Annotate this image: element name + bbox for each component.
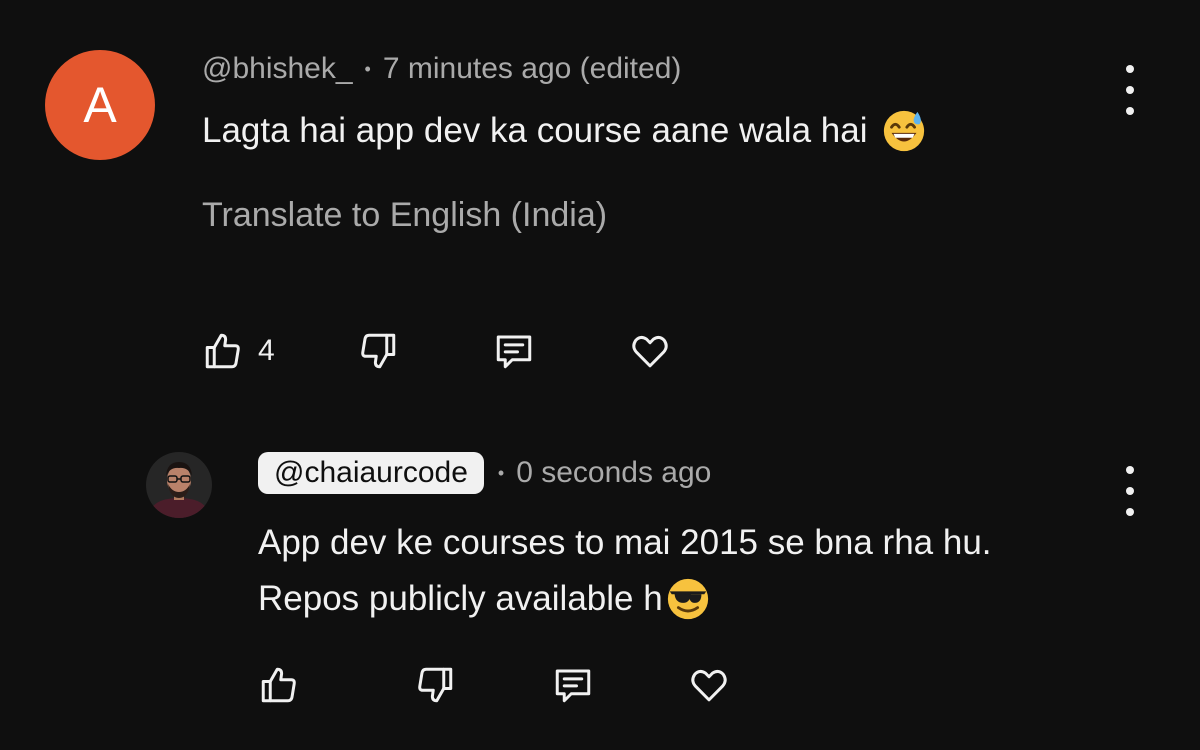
comment-text: Lagta hai app dev ka course aane wala ha… — [202, 111, 868, 150]
avatar-letter: A — [83, 77, 117, 133]
reply-body: App dev ke courses to mai 2015 se bna rh… — [258, 515, 992, 627]
grinning-sweat-emoji-icon — [884, 110, 925, 152]
reply-button[interactable] — [552, 664, 594, 706]
thumbs-up-icon — [205, 333, 240, 369]
sunglasses-emoji-icon — [667, 578, 708, 620]
reply-meta: @chaiaurcode • 0 seconds ago — [258, 452, 711, 494]
heart-button[interactable] — [688, 664, 730, 706]
comment-more-icon[interactable] — [1118, 65, 1142, 115]
translate-link[interactable]: Translate to English (India) — [202, 196, 607, 235]
reply-text: Repos publicly available h — [258, 579, 663, 618]
comments-thread: A @bhishek_ • 7 minutes ago (edited) Lag… — [0, 0, 1200, 750]
heart-icon — [691, 670, 727, 702]
reply-text-line: App dev ke courses to mai 2015 se bna rh… — [258, 523, 992, 562]
meta-separator: • — [497, 462, 505, 483]
like-button[interactable] — [258, 664, 300, 706]
dislike-button[interactable] — [357, 330, 399, 372]
reply-icon — [496, 335, 531, 369]
reply-more-icon[interactable] — [1118, 466, 1142, 516]
profile-photo-icon — [146, 452, 212, 518]
commenter-avatar[interactable]: A — [45, 50, 155, 160]
reply-button[interactable] — [493, 330, 535, 372]
thumbs-down-icon — [418, 667, 453, 703]
heart-button[interactable] — [629, 330, 671, 372]
reply-icon — [555, 669, 591, 703]
comment-actions: 4 — [202, 330, 671, 372]
comment-author[interactable]: @bhishek_ — [202, 52, 353, 86]
like-count: 4 — [258, 334, 275, 367]
dislike-button[interactable] — [414, 664, 456, 706]
comment-body: Lagta hai app dev ka course aane wala ha… — [202, 108, 927, 154]
reply-author[interactable]: @chaiaurcode — [258, 452, 484, 494]
comment-time[interactable]: 7 minutes ago (edited) — [383, 52, 682, 86]
replier-avatar[interactable] — [146, 452, 212, 518]
thumbs-up-icon — [261, 667, 296, 703]
meta-separator: • — [364, 58, 371, 79]
heart-icon — [632, 336, 668, 368]
thumbs-down-icon — [360, 333, 395, 369]
reply-text-line: Repos publicly available h — [258, 571, 992, 627]
like-button[interactable]: 4 — [202, 330, 275, 372]
reply-time[interactable]: 0 seconds ago — [516, 456, 711, 490]
comment-meta: @bhishek_ • 7 minutes ago (edited) — [202, 52, 681, 86]
reply-actions — [258, 664, 730, 706]
